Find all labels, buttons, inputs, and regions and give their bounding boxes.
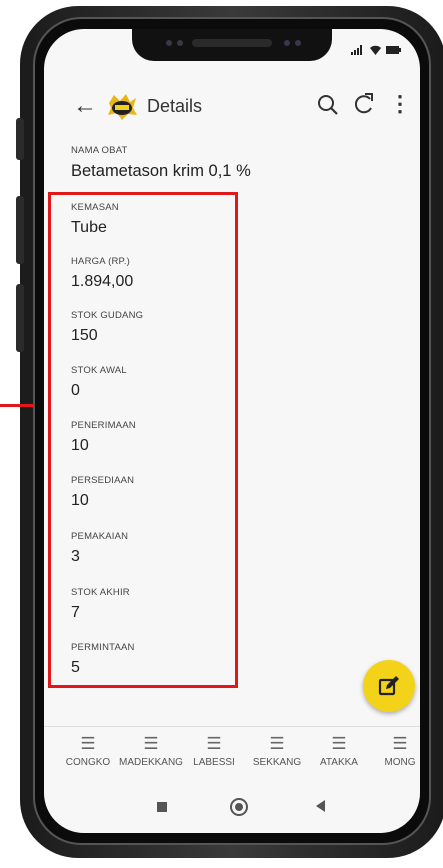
field-label: NAMA OBAT [71, 145, 128, 156]
field-value: Betametason krim 0,1 % [71, 162, 251, 180]
list-icon: ☰ [331, 734, 347, 753]
field-value: 3 [71, 548, 80, 565]
field-pemakaian: PEMAKAIAN 3 [71, 531, 128, 566]
field-persediaan: PERSEDIAAN 10 [71, 475, 134, 510]
recents-button[interactable] [157, 802, 167, 812]
app-bar: ← Details ⋮ [44, 79, 420, 135]
system-navigation-bar [44, 789, 420, 833]
field-harga: HARGA (Rp.) 1.894,00 [71, 256, 133, 291]
nav-item-madekkang[interactable]: ☰ MADEKKANG [116, 733, 186, 768]
phone-screen: ← Details ⋮ NAMA OBAT Betametason krim 0… [44, 29, 420, 833]
field-nama-obat: NAMA OBAT Betametason krim 0,1 % [71, 145, 251, 181]
field-label: HARGA (Rp.) [71, 256, 131, 267]
camera-dot [166, 40, 172, 46]
speaker-grille [192, 39, 272, 47]
phone-volume-up-button [16, 196, 24, 264]
field-label: STOK GUDANG [71, 310, 144, 321]
edit-icon [378, 676, 399, 696]
list-icon: ☰ [80, 734, 96, 753]
list-icon: ☰ [269, 734, 285, 753]
sensor-dot [177, 40, 183, 46]
field-value: Tube [71, 219, 107, 236]
field-label: PENERIMAAN [71, 420, 136, 431]
nav-label: MADEKKANG [119, 757, 183, 768]
field-value: 1.894,00 [71, 273, 134, 290]
sensor-dot [295, 40, 301, 46]
field-label: KEMASAN [71, 202, 119, 213]
field-stok-awal: STOK AWAL 0 [71, 365, 127, 400]
nav-label: LABESSI [193, 757, 235, 768]
field-label: PERMINTAAN [71, 642, 135, 653]
page-title: Details [147, 96, 203, 116]
field-kemasan: KEMASAN Tube [71, 202, 119, 237]
more-vert-icon[interactable]: ⋮ [389, 91, 411, 119]
field-permintaan: PERMINTAAN 5 [71, 642, 135, 677]
list-icon: ☰ [143, 734, 159, 753]
nav-label: CONGKO [65, 757, 111, 768]
refresh-icon[interactable] [350, 90, 378, 118]
field-label: PERSEDIAAN [71, 475, 135, 486]
app-logo [108, 94, 137, 120]
field-stok-gudang: STOK GUDANG 150 [71, 310, 143, 345]
phone-volume-down-button [16, 284, 24, 352]
phone-side-button [16, 118, 24, 160]
field-value: 10 [71, 437, 89, 454]
back-button[interactable] [316, 800, 325, 812]
field-value: 5 [71, 659, 80, 676]
sensor-dot [284, 40, 290, 46]
status-icons [351, 44, 402, 58]
nav-label: ATAKKA [320, 757, 358, 768]
battery-icon [386, 46, 401, 54]
field-stok-akhir: STOK AKHIR 7 [71, 587, 130, 622]
home-button[interactable] [230, 798, 248, 816]
field-label: STOK AWAL [71, 365, 127, 376]
list-icon: ☰ [206, 734, 222, 753]
wifi-icon [369, 45, 381, 55]
nav-item-mong[interactable]: ☰ MONG [365, 733, 420, 768]
field-value: 0 [71, 382, 80, 399]
field-value: 7 [71, 604, 80, 621]
nav-item-atakka[interactable]: ☰ ATAKKA [304, 733, 374, 768]
edit-fab-button[interactable] [363, 660, 415, 712]
field-value: 150 [71, 327, 98, 344]
nav-label: MONG [384, 757, 416, 768]
list-icon: ☰ [392, 734, 408, 753]
signal-icon [351, 45, 363, 55]
field-label: STOK AKHIR [71, 587, 130, 598]
field-value: 10 [71, 492, 89, 509]
bottom-navigation: ☰ CONGKO ☰ MADEKKANG ☰ LABESSI ☰ SEKKANG… [44, 726, 420, 790]
nav-item-sekkang[interactable]: ☰ SEKKANG [242, 733, 312, 768]
status-bar [44, 29, 420, 71]
nav-item-congko[interactable]: ☰ CONGKO [53, 733, 123, 768]
field-penerimaan: PENERIMAAN 10 [71, 420, 136, 455]
nav-item-labessi[interactable]: ☰ LABESSI [179, 733, 249, 768]
search-icon[interactable] [314, 91, 342, 119]
arrow-left-icon[interactable]: ← [70, 91, 100, 121]
nav-label: SEKKANG [252, 757, 302, 768]
field-label: PEMAKAIAN [71, 531, 129, 542]
notch [132, 29, 332, 61]
